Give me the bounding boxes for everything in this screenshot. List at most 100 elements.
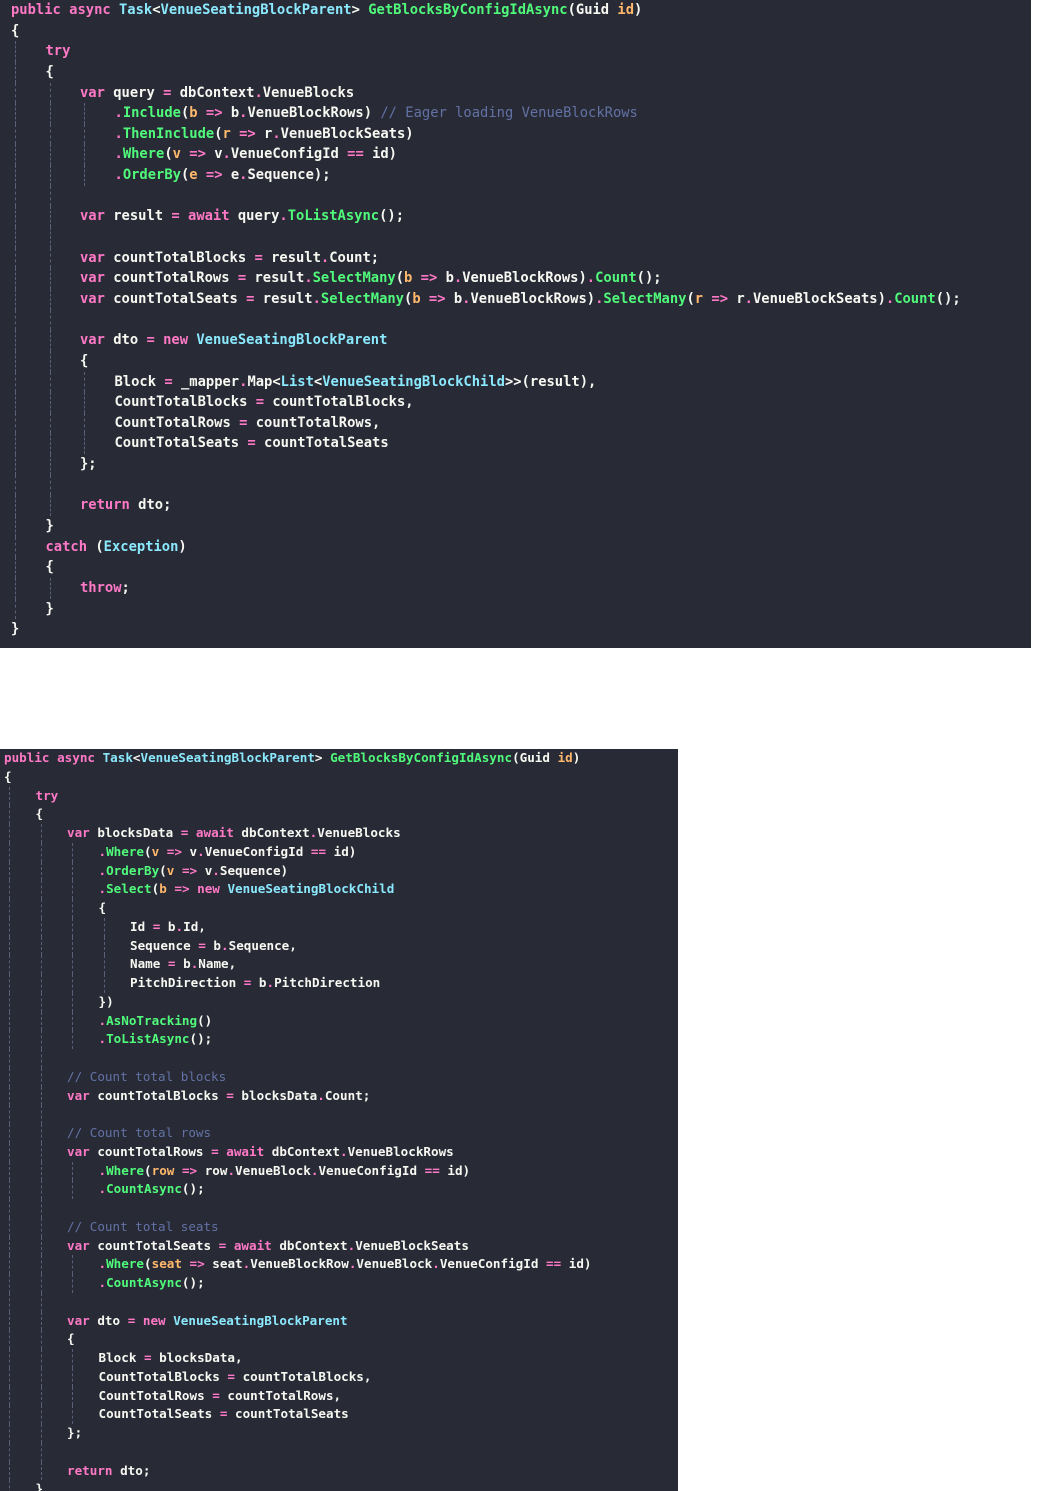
code-token: == <box>310 843 334 859</box>
indent-guide <box>9 1405 10 1424</box>
indent-guide <box>40 1424 42 1443</box>
code-line: CountTotalBlocks = countTotalBlocks, <box>0 1367 591 1387</box>
code-token: VenueSeatingBlockParent <box>160 2 352 18</box>
indent-guide <box>15 350 16 372</box>
indent-guide <box>9 1180 10 1199</box>
indent-guide <box>15 144 16 166</box>
code-token: id) <box>372 146 397 163</box>
code-token: e <box>189 167 198 184</box>
indent-guide <box>9 1349 10 1368</box>
code-token: ( <box>395 270 405 287</box>
code-token: AsNoTracking <box>106 1012 198 1028</box>
code-token: blocksData <box>241 1087 318 1103</box>
code-token: Exception <box>103 538 179 555</box>
code-token: VenueBlockSeats <box>355 1237 469 1253</box>
code-token: dbContext <box>279 1237 348 1253</box>
code-token: b <box>167 918 176 934</box>
code-line: public async Task<VenueSeatingBlockParen… <box>0 0 961 21</box>
code-token: = <box>255 394 273 411</box>
indent-guide <box>49 392 51 413</box>
indent-guide <box>72 1255 73 1274</box>
code-token: . <box>197 843 205 859</box>
indent-guide <box>9 861 10 881</box>
indent-guide <box>40 880 42 899</box>
code-token: new <box>163 332 197 349</box>
code-token: e <box>230 167 240 184</box>
indent-guide <box>72 1405 73 1424</box>
code-token: = <box>146 332 164 349</box>
indent-guide <box>49 82 51 104</box>
code-token: . <box>98 1012 107 1028</box>
code-token: countTotalSeats <box>113 290 247 307</box>
code-token: ThenInclude <box>122 125 215 142</box>
code-token: = <box>254 249 272 266</box>
code-line: // Count total rows <box>0 1124 591 1143</box>
code-token: CountTotalBlocks <box>98 1368 228 1384</box>
code-token: var <box>80 84 114 101</box>
code-token: VenueSeatingBlockParent <box>196 332 388 349</box>
code-line: }; <box>0 454 961 475</box>
code-token: VenueConfigId <box>204 843 311 859</box>
indent-guide <box>49 103 51 124</box>
indent-guide <box>72 917 73 937</box>
indent-guide <box>9 805 10 824</box>
code-token: }) <box>98 993 114 1009</box>
code-token: id) <box>333 843 357 859</box>
code-token: => <box>159 843 190 859</box>
code-token: ( <box>214 125 223 142</box>
code-token: VenueBlock <box>356 1256 433 1272</box>
code-token: // Count total seats <box>67 1218 219 1234</box>
code-token: = <box>247 435 265 452</box>
code-token: } <box>45 600 54 617</box>
code-token: . <box>98 1031 107 1047</box>
code-token: await <box>195 825 242 840</box>
code-token: ToListAsync <box>106 1031 190 1047</box>
code-token: List <box>280 373 314 390</box>
code-token: VenueBlockSeats) <box>752 290 886 307</box>
indent-guide <box>9 1274 10 1293</box>
code-token: Where <box>106 1256 145 1272</box>
code-token: dto <box>97 1312 128 1328</box>
code-token: Where <box>106 843 145 859</box>
code-token: { <box>4 768 12 784</box>
indent-guide <box>15 474 16 496</box>
indent-guide <box>40 1086 42 1106</box>
code-token: { <box>80 352 89 369</box>
code-token: < <box>132 750 141 765</box>
code-token: blocksData <box>97 825 181 840</box>
code-token: var <box>67 1237 98 1253</box>
code-token: dbContext <box>179 84 255 101</box>
indent-guide <box>40 1367 42 1387</box>
code-token: . <box>227 1162 236 1178</box>
code-token: // Count total rows <box>67 1125 212 1140</box>
indent-guide <box>84 392 85 413</box>
code-token: result <box>254 270 305 287</box>
code-token: await <box>233 1237 280 1253</box>
code-token: . <box>279 208 288 225</box>
indent-guide <box>15 433 16 455</box>
code-token: . <box>586 270 596 287</box>
indent-guide <box>49 309 51 331</box>
indent-guide <box>72 992 73 1012</box>
indent-guide <box>15 268 16 289</box>
code-line: return dto; <box>0 1461 591 1481</box>
indent-guide <box>49 123 51 145</box>
code-token: PitchDirection <box>274 975 381 990</box>
code-line: var countTotalBlocks = blocksData.Count; <box>0 1086 591 1106</box>
code-token: => <box>230 125 265 142</box>
indent-guide <box>40 1142 42 1162</box>
code-token: countTotalSeats <box>97 1237 219 1253</box>
code-token: b <box>258 975 267 990</box>
code-line: var result = await query.ToListAsync(); <box>0 206 961 228</box>
code-line: .Where(v => v.VenueConfigId == id) <box>0 144 961 166</box>
code-line: // Count total blocks <box>0 1067 591 1087</box>
indent-guide <box>15 288 16 310</box>
code-token: => <box>181 1256 213 1272</box>
code-token: Sequence, <box>228 937 297 953</box>
indent-guide <box>84 123 85 145</box>
indent-guide <box>15 185 16 207</box>
code-token: (); <box>379 208 405 225</box>
code-line: { <box>0 350 961 372</box>
code-token: > <box>351 2 369 18</box>
code-token: VenueBlocks <box>317 825 401 840</box>
